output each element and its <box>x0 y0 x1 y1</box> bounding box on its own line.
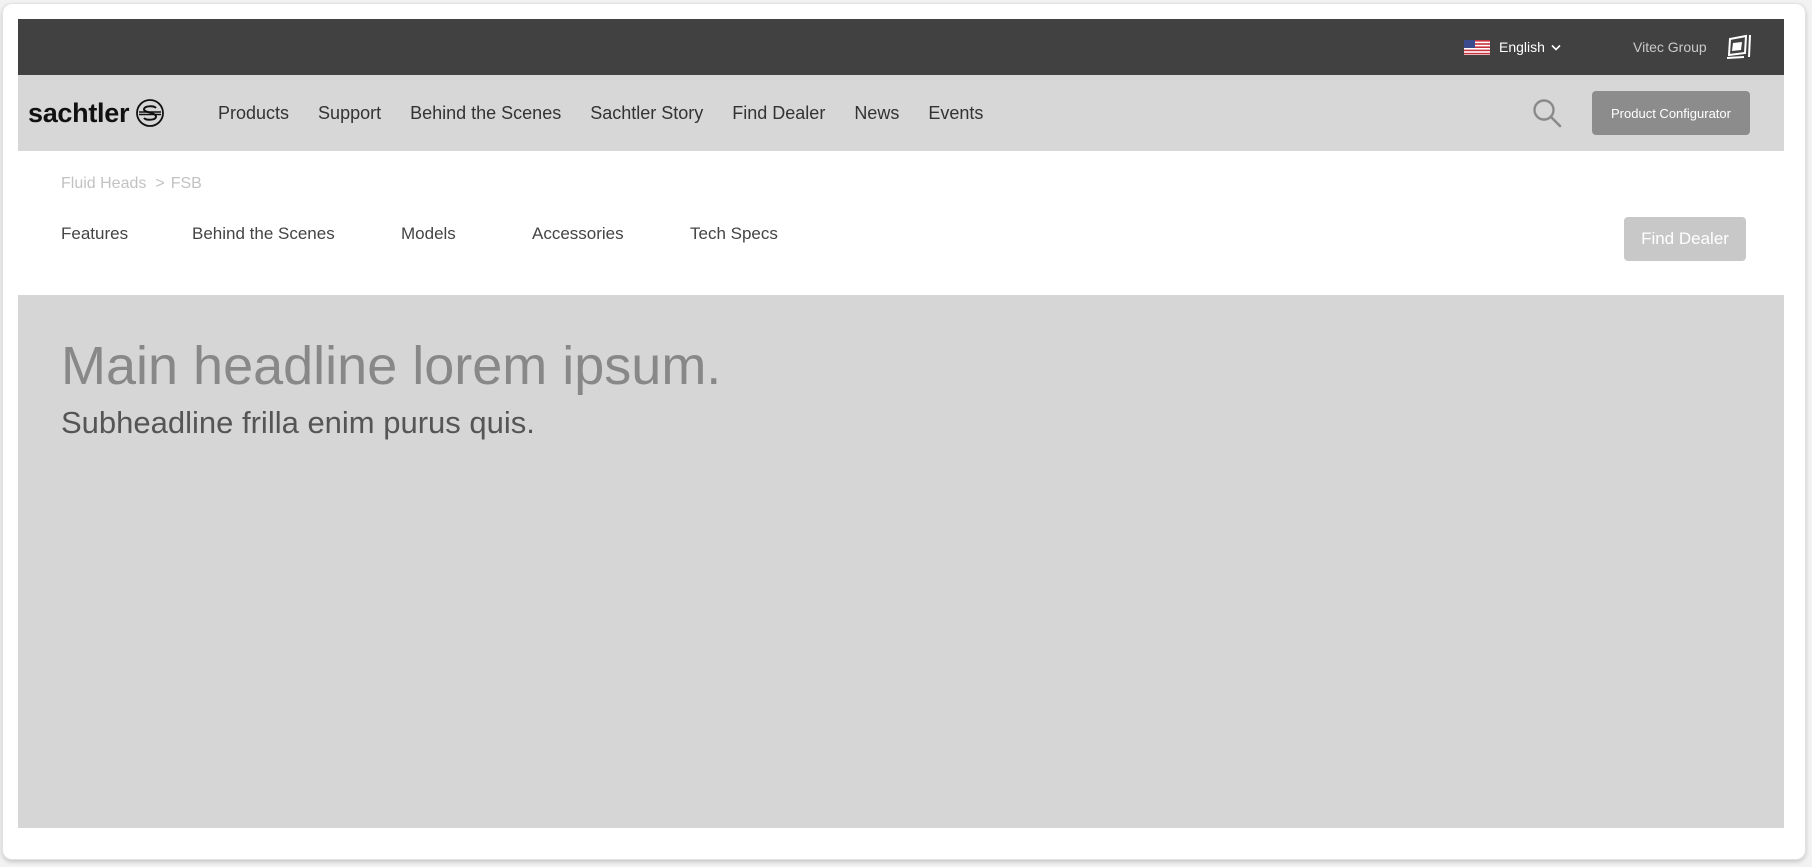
language-selector[interactable]: English <box>1464 19 1561 75</box>
main-nav: Products Support Behind the Scenes Sacht… <box>218 75 1012 151</box>
breadcrumb-separator: > <box>155 175 165 192</box>
subnav-tech-specs[interactable]: Tech Specs <box>690 224 790 244</box>
product-configurator-button[interactable]: Product Configurator <box>1592 91 1750 135</box>
find-dealer-button[interactable]: Find Dealer <box>1624 217 1746 261</box>
chevron-down-icon <box>1551 44 1561 51</box>
search-icon[interactable] <box>1531 97 1563 129</box>
nav-behind-the-scenes[interactable]: Behind the Scenes <box>410 103 561 124</box>
us-flag-icon <box>1464 39 1490 55</box>
vitec-logo-icon <box>1726 34 1751 59</box>
hero-subheadline: Subheadline frilla enim purus quis. <box>61 405 535 440</box>
nav-sachtler-story[interactable]: Sachtler Story <box>590 103 703 124</box>
brand-wordmark: sachtler <box>28 97 130 128</box>
nav-find-dealer[interactable]: Find Dealer <box>732 103 825 124</box>
brand-logo[interactable]: sachtler <box>28 75 165 151</box>
product-subnav: Features Behind the Scenes Models Access… <box>61 224 790 244</box>
vitec-group-label: Vitec Group <box>1633 39 1707 55</box>
subnav-features[interactable]: Features <box>61 224 192 244</box>
breadcrumb-fluid-heads[interactable]: Fluid Heads <box>61 175 146 193</box>
hero-banner: Main headline lorem ipsum. Subheadline f… <box>18 295 1784 828</box>
subnav-models[interactable]: Models <box>401 224 532 244</box>
nav-events[interactable]: Events <box>928 103 983 124</box>
main-header: sachtler Products Support Behind the Sce… <box>18 75 1784 151</box>
nav-support[interactable]: Support <box>318 103 381 124</box>
nav-news[interactable]: News <box>854 103 899 124</box>
hero-headline: Main headline lorem ipsum. <box>61 336 722 396</box>
breadcrumb: Fluid Heads > FSB <box>61 175 202 193</box>
subnav-behind-the-scenes[interactable]: Behind the Scenes <box>192 224 401 244</box>
top-bar: English Vitec Group <box>18 19 1784 75</box>
vitec-group-link[interactable]: Vitec Group <box>1633 19 1754 75</box>
subnav-accessories[interactable]: Accessories <box>532 224 690 244</box>
sachtler-s-logo-icon <box>136 99 165 127</box>
language-label: English <box>1499 39 1545 55</box>
nav-products[interactable]: Products <box>218 103 289 124</box>
breadcrumb-current: FSB <box>170 175 202 192</box>
